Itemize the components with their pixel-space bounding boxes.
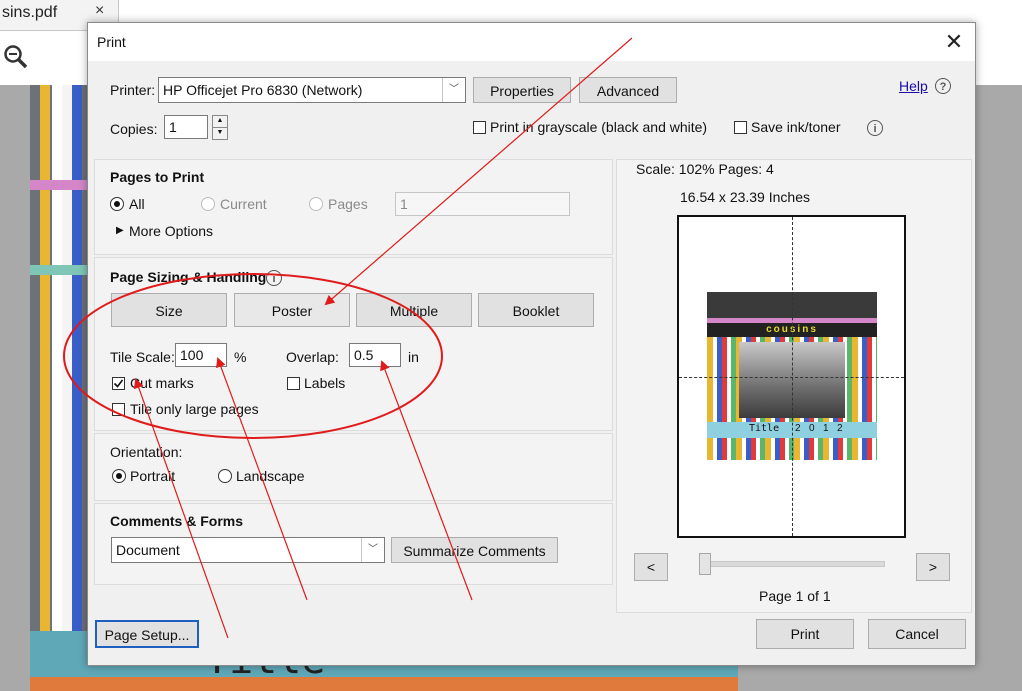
printer-select[interactable]: HP Officejet Pro 6830 (Network) ﹀ [158,77,466,103]
info-icon[interactable]: i [266,270,282,286]
pages-label: Pages [328,196,368,212]
pages-radio[interactable] [309,197,323,211]
save-ink-checkbox[interactable] [734,121,747,134]
page-stripe [30,265,90,275]
help-link[interactable]: Help [899,78,928,94]
tile-large-checkbox[interactable] [112,403,125,416]
copies-label: Copies: [110,121,158,137]
advanced-button[interactable]: Advanced [579,77,677,103]
all-radio[interactable] [110,197,124,211]
next-page-button[interactable]: > [916,553,950,581]
page-stripe [62,85,72,645]
dialog-title: Print [97,34,126,50]
thumb-num: 1 [823,423,829,434]
checkmark-icon [113,379,124,388]
pages-to-print-heading: Pages to Print [110,169,205,185]
comments-heading: Comments & Forms [110,513,244,529]
tile-scale-label: Tile Scale: [110,349,175,365]
comments-value: Document [116,542,180,558]
cancel-button[interactable]: Cancel [868,619,966,649]
copies-input[interactable]: 1 [164,115,208,139]
page-stripe [30,180,90,190]
current-label: Current [220,196,267,212]
cut-marks-checkbox[interactable] [112,377,125,390]
page-stripe [40,85,50,645]
document-tab-title: sins.pdf [2,4,58,21]
thumb-num: 0 [809,423,815,434]
overlap-input[interactable]: 0.5 [349,343,401,367]
labels-checkbox[interactable] [287,377,300,390]
prev-page-button[interactable]: < [634,553,668,581]
page-indicator: Page 1 of 1 [759,588,831,604]
portrait-radio[interactable] [112,469,126,483]
thumb-num: 2 [837,423,843,434]
thumb-title: Title [749,423,780,434]
copies-stepper[interactable]: ▲ ▼ [212,115,228,140]
help-icon[interactable]: ? [935,78,951,94]
size-button[interactable]: Size [111,293,227,327]
close-icon[interactable]: ✕ [941,29,967,55]
landscape-radio[interactable] [218,469,232,483]
orientation-heading: Orientation: [110,444,183,460]
thumb-num: 2 [795,423,801,434]
labels-label: Labels [304,375,346,391]
overlap-unit: in [408,349,419,365]
booklet-button[interactable]: Booklet [478,293,594,327]
stepper-down-icon[interactable]: ▼ [212,128,228,140]
comments-select[interactable]: Document ﹀ [111,537,385,563]
pages-range-input[interactable]: 1 [395,192,570,216]
page-setup-button[interactable]: Page Setup... [95,620,199,648]
preview-sheet: cousins Title 2 0 1 2 [677,215,906,538]
multiple-button[interactable]: Multiple [356,293,472,327]
page-sizing-heading: Page Sizing & Handling [110,269,267,285]
more-options-toggle[interactable]: More Options [129,223,213,239]
chevron-down-icon: ﹀ [361,538,384,562]
current-radio[interactable] [201,197,215,211]
tile-scale-input[interactable]: 100 [175,343,227,367]
page-stripe [72,85,82,645]
tile-large-label: Tile only large pages [130,401,259,417]
scale-pages-text: Scale: 102% Pages: 4 [636,161,774,177]
print-button[interactable]: Print [756,619,854,649]
tile-scale-unit: % [234,349,247,365]
page-slider-track[interactable] [703,561,885,567]
summarize-comments-button[interactable]: Summarize Comments [391,537,558,563]
print-dialog: Print ✕ Printer: HP Officejet Pro 6830 (… [87,22,976,666]
landscape-label: Landscape [236,468,305,484]
chevron-down-icon: ﹀ [442,78,465,102]
info-icon[interactable]: i [867,120,883,136]
search-icon[interactable] [3,44,29,70]
page-stripe [52,85,62,645]
tile-divider-horizontal [679,377,904,378]
printer-value: HP Officejet Pro 6830 (Network) [163,82,363,98]
stepper-up-icon[interactable]: ▲ [212,115,228,128]
page-slider-thumb[interactable] [699,553,711,575]
grayscale-checkbox[interactable] [473,121,486,134]
page-bottom-stripe [30,677,738,691]
dialog-titlebar: Print ✕ [88,23,975,61]
grayscale-label: Print in grayscale (black and white) [490,119,708,135]
expand-triangle-icon[interactable]: ▶ [116,225,124,236]
poster-button[interactable]: Poster [234,293,350,327]
all-label: All [129,196,145,212]
printer-label: Printer: [110,82,156,98]
tab-close-icon[interactable]: × [95,2,104,20]
paper-size-text: 16.54 x 23.39 Inches [680,189,810,205]
overlap-label: Overlap: [286,349,339,365]
cut-marks-label: Cut marks [130,375,194,391]
properties-button[interactable]: Properties [473,77,571,103]
save-ink-label: Save ink/toner [751,119,841,135]
portrait-label: Portrait [130,468,176,484]
